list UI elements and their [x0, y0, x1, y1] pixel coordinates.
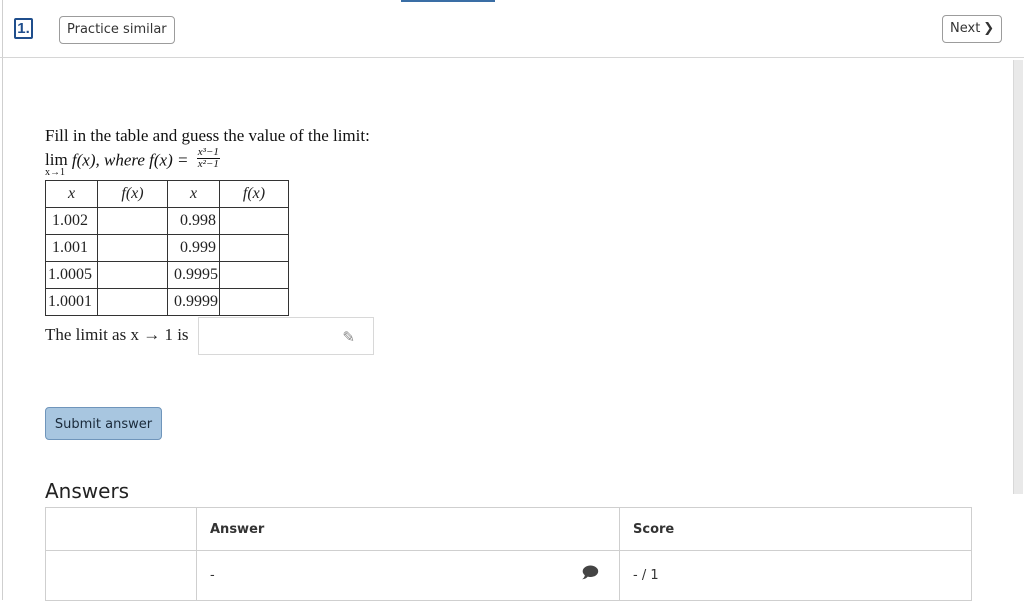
fx-input-cell[interactable]	[219, 261, 289, 289]
answer-value: -	[210, 568, 215, 583]
fx-input-cell[interactable]	[219, 207, 289, 235]
fx-input-cell[interactable]	[219, 234, 289, 262]
fx-input-cell[interactable]	[97, 261, 168, 289]
fx-input-cell[interactable]	[219, 288, 289, 316]
fraction-denominator: x²−1	[197, 158, 219, 170]
header-fx-2: f(x)	[219, 180, 289, 208]
scrollbar[interactable]	[1013, 60, 1023, 494]
table-row: 1.002 0.998	[45, 207, 289, 235]
values-table: x f(x) x f(x) 1.002 0.998 1.001 0.999 1.…	[45, 180, 289, 316]
function-text: f(x), where f(x) =	[71, 150, 189, 170]
practice-similar-button[interactable]: Practice similar	[59, 16, 175, 44]
feedback-note-icon[interactable]: 🗩	[581, 562, 599, 589]
answers-heading: Answers	[45, 479, 130, 503]
answers-row-label	[45, 550, 197, 601]
frame-border	[2, 0, 3, 600]
values-table-header: x f(x) x f(x)	[45, 180, 289, 208]
header-x-2: x	[167, 180, 220, 208]
answers-table-header: Answer Score	[45, 507, 972, 551]
table-row: - 🗩 - / 1	[45, 550, 972, 601]
lim-operator: lim x→1	[45, 150, 68, 178]
score-value: - / 1	[619, 550, 972, 601]
fx-input-cell[interactable]	[97, 288, 168, 316]
instruction-text: Fill in the table and guess the value of…	[45, 126, 370, 145]
chevron-right-icon: ❯	[983, 21, 995, 36]
question-number-badge[interactable]: 1.	[14, 18, 33, 39]
limit-prompt: The limit as x → 1 is	[45, 325, 189, 344]
x-value-cell: 0.9999	[167, 288, 220, 316]
lim-subscript: x→1	[45, 167, 65, 179]
table-row: 1.0001 0.9999	[45, 288, 289, 316]
submit-answer-button[interactable]: Submit answer	[45, 407, 162, 440]
next-label: Next	[950, 21, 981, 36]
answers-table: Answer Score - 🗩 - / 1	[45, 507, 972, 601]
table-row: 1.0005 0.9995	[45, 261, 289, 289]
pencil-icon[interactable]: ✎	[342, 328, 355, 346]
x-value-cell: 0.998	[167, 207, 220, 235]
x-value-cell: 1.001	[45, 234, 98, 262]
question-header: 1. Practice similar Next ❯	[0, 0, 1024, 58]
fx-input-cell[interactable]	[97, 207, 168, 235]
answers-row-answer-cell: - 🗩	[196, 550, 620, 601]
fraction: x³−1 x²−1	[196, 147, 220, 170]
limit-expression: lim x→1 f(x), where f(x) = x³−1 x²−1	[45, 147, 220, 178]
x-value-cell: 1.002	[45, 207, 98, 235]
header-x-1: x	[45, 180, 98, 208]
header-fx-1: f(x)	[97, 180, 168, 208]
answers-header-answer: Answer	[196, 507, 620, 551]
answers-header-score: Score	[619, 507, 972, 551]
x-value-cell: 1.0005	[45, 261, 98, 289]
fx-input-cell[interactable]	[97, 234, 168, 262]
x-value-cell: 0.999	[167, 234, 220, 262]
table-row: 1.001 0.999	[45, 234, 289, 262]
limit-answer-input[interactable]: ✎	[198, 317, 374, 355]
x-value-cell: 0.9995	[167, 261, 220, 289]
answers-header-blank	[45, 507, 197, 551]
next-button[interactable]: Next ❯	[942, 15, 1003, 43]
x-value-cell: 1.0001	[45, 288, 98, 316]
